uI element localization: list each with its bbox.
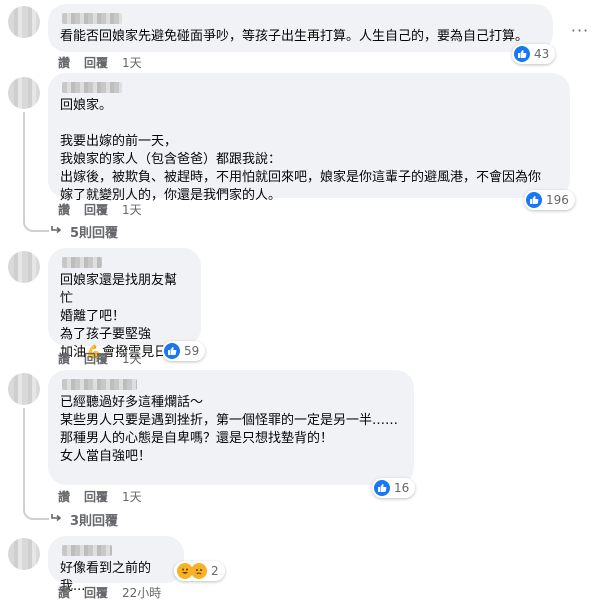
like-button[interactable]: 讚 [58, 54, 70, 71]
comment-actions: 讚 回覆 22小時 [58, 584, 161, 601]
reaction-count: 196 [546, 193, 569, 207]
avatar[interactable] [8, 373, 40, 405]
avatar[interactable] [8, 6, 40, 38]
author-name-blurred[interactable] [62, 82, 122, 93]
author-name-blurred[interactable] [62, 13, 122, 24]
avatar[interactable] [8, 77, 40, 109]
like-reaction-icon [374, 480, 390, 496]
comment-text: 看能否回娘家先避免碰面爭吵，等孩子出生再打算。人生自己的，要為自己打算。 [60, 29, 529, 44]
reaction-summary[interactable]: 196 [524, 190, 575, 210]
reply-arrow-icon [50, 224, 62, 240]
author-name-blurred[interactable] [62, 379, 137, 390]
thread-connector [23, 408, 49, 520]
timestamp[interactable]: 1天 [122, 488, 142, 505]
like-button[interactable]: 讚 [58, 488, 70, 505]
comment-bubble: 已經聽過好多這種爛話～ 某些男人只要是遇到挫折，第一個怪罪的一定是另一半…… 那… [48, 370, 414, 485]
timestamp[interactable]: 1天 [122, 54, 142, 71]
timestamp[interactable]: 1天 [122, 201, 142, 218]
avatar[interactable] [8, 251, 40, 283]
replies-count-label: 3則回覆 [70, 514, 119, 529]
avatar[interactable] [8, 538, 40, 570]
reaction-summary[interactable]: 2 [174, 561, 225, 581]
comment-text: 已經聽過好多這種爛話～ 某些男人只要是遇到挫折，第一個怪罪的一定是另一半…… 那… [60, 395, 399, 464]
reaction-count: 2 [211, 564, 219, 578]
comment-actions: 讚 回覆 1天 [58, 350, 142, 367]
comment-text: 回娘家。 我要出嫁的前一天， 我娘家的家人（包含爸爸）都跟我說： 出嫁後，被欺負… [60, 98, 542, 203]
comment-bubble: 看能否回娘家先避免碰面爭吵，等孩子出生再打算。人生自己的，要為自己打算。 [48, 4, 553, 52]
like-reaction-icon [164, 343, 180, 359]
reaction-count: 59 [184, 344, 200, 358]
like-reaction-icon [526, 192, 542, 208]
reaction-count: 43 [534, 47, 550, 61]
comment-actions: 讚 回覆 1天 [58, 201, 142, 218]
like-button[interactable]: 讚 [58, 201, 70, 218]
comment-bubble: 好像看到之前的我... [48, 536, 184, 594]
reaction-count: 16 [394, 481, 410, 495]
sad-reaction-icon [191, 563, 207, 579]
comment-actions: 讚 回覆 1天 [58, 488, 142, 505]
thread-connector [23, 112, 49, 232]
reply-button[interactable]: 回覆 [84, 54, 108, 71]
comment-bubble: 回娘家還是找朋友幫忙 婚離了吧！ 為了孩子要堅強 加油💪會撥雲見日的.. [48, 248, 201, 360]
timestamp[interactable]: 1天 [122, 350, 142, 367]
view-replies-link[interactable]: 3則回覆 [50, 510, 118, 529]
timestamp[interactable]: 22小時 [122, 584, 161, 601]
reply-button[interactable]: 回覆 [84, 350, 108, 367]
view-replies-link[interactable]: 5則回覆 [50, 222, 118, 241]
like-button[interactable]: 讚 [58, 584, 70, 601]
comment-bubble: 回娘家。 我要出嫁的前一天， 我娘家的家人（包含爸爸）都跟我說： 出嫁後，被欺負… [48, 73, 570, 203]
author-name-blurred[interactable] [62, 545, 112, 556]
reply-button[interactable]: 回覆 [84, 201, 108, 218]
reply-arrow-icon [50, 512, 62, 528]
like-button[interactable]: 讚 [58, 350, 70, 367]
author-name-blurred[interactable] [62, 257, 102, 268]
reply-button[interactable]: 回覆 [84, 584, 108, 601]
reaction-summary[interactable]: 16 [372, 478, 416, 498]
replies-count-label: 5則回覆 [70, 226, 119, 241]
more-options-button[interactable]: ··· [568, 18, 592, 42]
reaction-summary[interactable]: 59 [162, 341, 206, 361]
like-reaction-icon [514, 46, 530, 62]
reply-button[interactable]: 回覆 [84, 488, 108, 505]
reaction-summary[interactable]: 43 [512, 44, 556, 64]
comment-actions: 讚 回覆 1天 [58, 54, 142, 71]
